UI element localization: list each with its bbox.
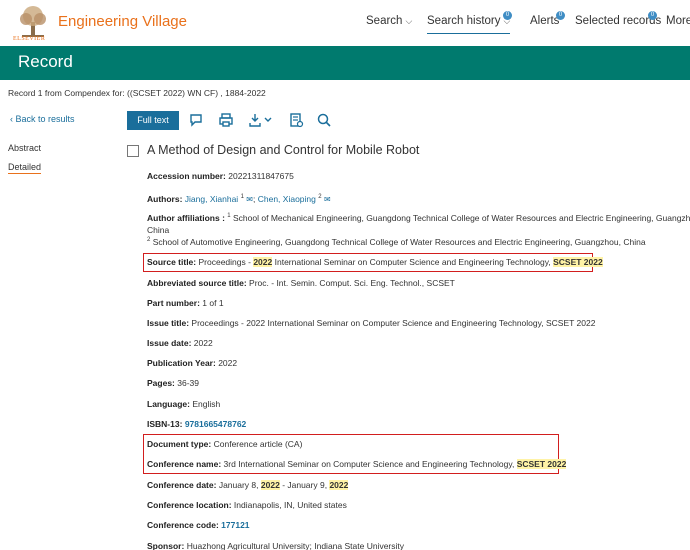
source-title-field: Source title: Proceedings - 2022 Interna… xyxy=(147,257,603,267)
author-affiliations-field: Author affiliations : 1 School of Mechan… xyxy=(147,213,690,223)
isbn-link[interactable]: 9781665478762 xyxy=(185,419,246,429)
selected-badge: 0 xyxy=(648,11,657,20)
download-icon[interactable] xyxy=(248,112,274,128)
elsevier-caption: ELSEVIER xyxy=(13,36,46,42)
nav-more[interactable]: More xyxy=(666,15,690,27)
brand-name[interactable]: Engineering Village xyxy=(58,13,187,30)
conference-code-link[interactable]: 177121 xyxy=(221,520,249,530)
conference-date-field: Conference date: January 8, 2022 - Janua… xyxy=(147,480,349,490)
header: ELSEVIER Engineering Village Search ⌵ Sea… xyxy=(0,0,690,46)
nav-search[interactable]: Search ⌵ xyxy=(366,15,412,27)
document-type-field: Document type: Conference article (CA) xyxy=(147,439,303,449)
print-icon[interactable] xyxy=(218,112,234,128)
pages-field: Pages: 36-39 xyxy=(147,378,199,388)
sidebar-item-abstract[interactable]: Abstract xyxy=(8,143,41,153)
full-text-button[interactable]: Full text xyxy=(127,111,179,130)
sponsor-field: Sponsor: Huazhong Agricultural Universit… xyxy=(147,541,405,550)
authors-field: Authors: Jiang, Xianhai 1 ✉; Chen, Xiaop… xyxy=(147,194,331,204)
affiliation-line: 2 School of Automotive Engineering, Guan… xyxy=(147,237,646,247)
nav-search-history[interactable]: Search history ⌵ xyxy=(427,15,511,34)
nav-alerts[interactable]: Alerts xyxy=(530,15,559,27)
publication-year-field: Publication Year: 2022 xyxy=(147,358,238,368)
select-record-checkbox[interactable] xyxy=(127,145,139,157)
page-title: Record xyxy=(18,52,73,71)
issue-date-field: Issue date: 2022 xyxy=(147,338,213,348)
conference-name-field: Conference name: 3rd International Semin… xyxy=(147,459,567,469)
accession-number-field: Accession number: 20221311847675 xyxy=(147,171,294,181)
record-summary: Record 1 from Compendex for: ((SCSET 202… xyxy=(8,88,266,98)
language-field: Language: English xyxy=(147,399,221,409)
abbreviated-source-title-field: Abbreviated source title: Proc. - Int. S… xyxy=(147,278,455,288)
conference-location-field: Conference location: Indianapolis, IN, U… xyxy=(147,500,347,510)
back-to-results-link[interactable]: ‹ Back to results xyxy=(10,114,75,124)
issue-title-field: Issue title: Proceedings - 2022 Internat… xyxy=(147,318,596,328)
mail-icon[interactable]: ✉ xyxy=(246,195,253,204)
author-link[interactable]: Chen, Xiaoping xyxy=(258,194,316,204)
history-badge: 0 xyxy=(503,11,512,20)
sidebar-item-detailed[interactable]: Detailed xyxy=(8,162,42,174)
part-number-field: Part number: 1 of 1 xyxy=(147,298,224,308)
citation-icon[interactable] xyxy=(288,112,304,128)
alerts-badge: 0 xyxy=(556,11,565,20)
chevron-down-icon: ⌵ xyxy=(405,16,413,26)
affiliation-line: China xyxy=(147,225,170,235)
search-icon[interactable] xyxy=(316,112,332,128)
author-link[interactable]: Jiang, Xianhai xyxy=(185,194,238,204)
page-title-bar: Record xyxy=(0,46,690,80)
mail-icon[interactable]: ✉ xyxy=(324,195,331,204)
isbn-field: ISBN-13: 9781665478762 xyxy=(147,419,247,429)
conference-code-field: Conference code: 177121 xyxy=(147,520,250,530)
comment-icon[interactable] xyxy=(188,112,204,128)
record-title: A Method of Design and Control for Mobil… xyxy=(147,143,420,157)
